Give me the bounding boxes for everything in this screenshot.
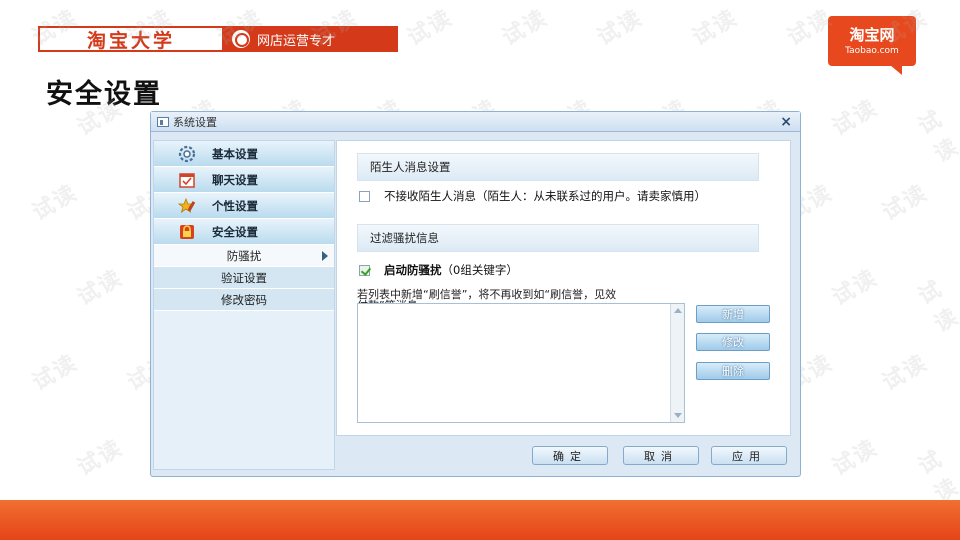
watermark-text: 试读 [593,5,648,51]
star-pencil-icon [178,197,196,215]
scroll-up-icon[interactable] [674,308,682,313]
sidebar-item-label: 安全设置 [212,224,258,239]
add-keyword-button[interactable]: 新增 [696,305,770,323]
settings-dialog: 系统设置 × 基本设置 聊天设置 个性设置 安全设置 防骚扰 验证设置 修改密码… [150,111,801,477]
logo-en-text: Taobao.com [845,46,899,56]
watermark-text: 试读 [914,276,960,338]
settings-sidebar: 基本设置 聊天设置 个性设置 安全设置 防骚扰 验证设置 修改密码 [153,140,335,470]
taobao-logo: 淘宝网 Taobao.com [828,16,916,75]
delete-keyword-button[interactable]: 删除 [696,362,770,380]
sidebar-item-label: 基本设置 [212,146,258,161]
keyword-list-scrollbar[interactable] [670,304,684,422]
sidebar-subitem-change-password[interactable]: 修改密码 [154,289,334,311]
sidebar-subitem-label: 防骚扰 [226,248,262,263]
dialog-title: 系统设置 [173,115,217,129]
watermark-text: 试读 [878,350,933,396]
brand-subtitle-bar: 网店运营专才 [222,28,396,50]
ok-button[interactable]: 确定 [532,446,608,465]
logo-cn-text: 淘宝网 [849,26,895,44]
watermark-text: 试读 [828,265,883,311]
keyword-count: （0组关键字） [441,263,518,277]
edit-keyword-button[interactable]: 修改 [696,333,770,351]
globe-icon [232,30,250,48]
sidebar-subitem-label: 验证设置 [221,270,267,285]
watermark-text: 试读 [828,435,883,481]
stranger-message-row[interactable]: 不接收陌生人消息（陌生人：从未联系过的用户。请卖家慎用） [359,188,706,204]
watermark-text: 试读 [498,5,553,51]
anti-harassment-checkbox[interactable] [359,264,370,276]
brand-name: 淘宝大学 [40,28,222,52]
watermark-text: 试读 [828,95,883,141]
sidebar-item-chat[interactable]: 聊天设置 [154,167,334,193]
header-banner: 淘宝大学 网店运营专才 [38,26,398,52]
scroll-down-icon[interactable] [674,413,682,418]
sidebar-item-security[interactable]: 安全设置 [154,219,334,245]
chevron-right-icon [322,251,328,261]
brand-subtitle: 网店运营专才 [257,33,336,49]
gear-icon [178,145,196,163]
watermark-text: 试读 [73,435,128,481]
watermark-text: 试读 [878,180,933,226]
anti-harassment-label: 启动防骚扰 [384,263,442,277]
watermark-text: 试读 [914,446,960,508]
watermark-text: 试读 [28,180,83,226]
footer-bar [0,500,960,540]
cancel-button[interactable]: 取消 [623,446,699,465]
close-button[interactable]: × [780,114,792,130]
window-icon [157,116,169,127]
chat-calendar-icon [178,171,196,189]
stranger-message-label: 不接收陌生人消息（陌生人：从未联系过的用户。请卖家慎用） [384,189,706,203]
anti-harassment-row[interactable]: 启动防骚扰 （0组关键字） [359,262,518,278]
sidebar-subitem-label: 修改密码 [221,292,267,307]
watermark-text: 试读 [914,106,960,168]
settings-content-panel: 陌生人消息设置 不接收陌生人消息（陌生人：从未联系过的用户。请卖家慎用） 过滤骚… [336,140,791,436]
page-title: 安全设置 [46,79,162,110]
filter-section-heading: 过滤骚扰信息 [357,224,759,252]
watermark-text: 试读 [688,5,743,51]
watermark-text: 试读 [403,5,458,51]
sidebar-item-basic[interactable]: 基本设置 [154,141,334,167]
apply-button[interactable]: 应用 [711,446,787,465]
sidebar-subitem-verification[interactable]: 验证设置 [154,267,334,289]
logo-speech-tail [890,65,902,75]
stranger-message-checkbox[interactable] [359,190,370,202]
watermark-text: 试读 [73,265,128,311]
dialog-titlebar[interactable]: 系统设置 × [151,112,800,132]
sidebar-item-label: 聊天设置 [212,172,258,187]
sidebar-item-personal[interactable]: 个性设置 [154,193,334,219]
lock-icon [178,223,196,241]
stranger-section-heading: 陌生人消息设置 [357,153,759,181]
watermark-text: 试读 [28,350,83,396]
sidebar-subitem-anti-harassment[interactable]: 防骚扰 [154,245,334,267]
keyword-list[interactable] [357,303,685,423]
sidebar-item-label: 个性设置 [212,198,258,213]
